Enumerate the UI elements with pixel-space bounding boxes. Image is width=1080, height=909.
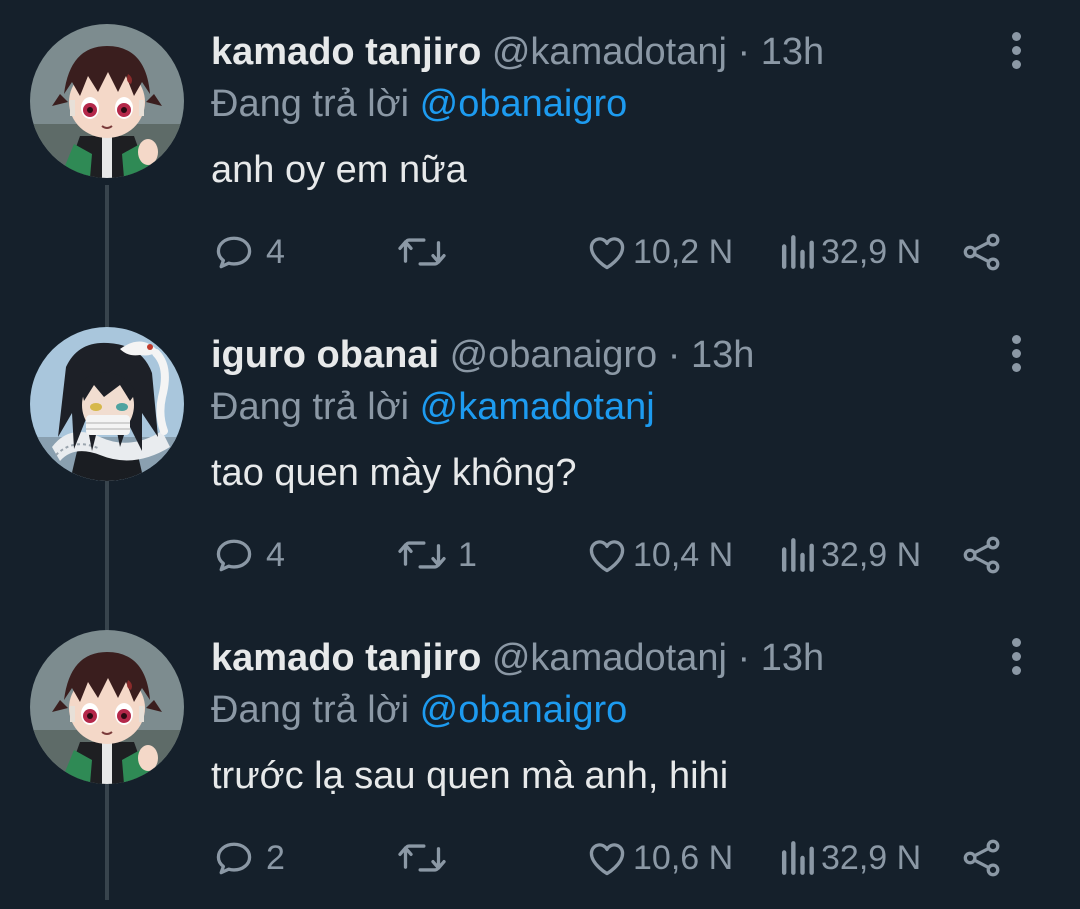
reply-icon [216,842,252,875]
reply-icon [216,539,252,572]
tweet[interactable]: kamado tanjiro @kamadotanj · 13h Đang tr… [0,606,1080,909]
reply-count: 4 [266,232,285,271]
retweet-count: 1 [458,535,477,574]
replying-to: Đang trả lời @obanaigro [211,80,627,128]
more-options-icon[interactable] [1006,335,1026,375]
retweet-button[interactable] [396,228,458,276]
views-button[interactable]: 32,9 N [777,834,921,882]
like-icon [589,237,625,270]
author-handle[interactable]: @kamadotanj [492,31,727,73]
views-icon [781,538,814,572]
share-icon [963,536,1000,574]
share-icon [963,839,1000,877]
timestamp[interactable]: 13h [761,637,824,679]
more-options-icon[interactable] [1006,32,1026,72]
like-count: 10,6 N [633,838,734,877]
avatar-tanjiro[interactable] [30,24,184,178]
avatar-tanjiro[interactable] [30,630,184,784]
like-count: 10,2 N [633,232,734,271]
share-button[interactable] [960,834,1004,882]
views-button[interactable]: 32,9 N [777,228,921,276]
reply-button[interactable]: 2 [212,834,285,882]
reply-count: 4 [266,535,285,574]
author-name[interactable]: kamado tanjiro [211,637,481,679]
retweet-icon [398,844,446,872]
replying-to: Đang trả lời @obanaigro [211,686,627,734]
views-count: 32,9 N [821,535,922,574]
share-button[interactable] [960,228,1004,276]
reply-icon [216,236,252,269]
replying-to-label: Đang trả lời [211,83,410,125]
timestamp[interactable]: 13h [761,31,824,73]
separator-dot: · [737,31,751,73]
retweet-button[interactable] [396,834,458,882]
avatar-obanai[interactable] [30,327,184,481]
retweet-icon [398,238,446,266]
author-name[interactable]: kamado tanjiro [211,31,481,73]
like-icon [589,540,625,573]
tweet-text: trước lạ sau quen mà anh, hihi [211,755,729,797]
retweet-icon [398,541,446,569]
replying-to-label: Đang trả lời [211,689,410,731]
tweet-header: kamado tanjiro @kamadotanj · 13h [211,28,824,76]
tweet-text: tao quen mày không? [211,452,577,494]
like-button[interactable]: 10,2 N [585,228,733,276]
tanjiro-avatar-image [30,630,184,784]
obanai-avatar-image [30,327,184,481]
views-count: 32,9 N [821,232,922,271]
separator-dot: · [737,637,751,679]
tweet-text: anh oy em nữa [211,149,467,191]
tanjiro-avatar-image [30,24,184,178]
views-count: 32,9 N [821,838,922,877]
separator-dot: · [667,334,681,376]
replying-to: Đang trả lời @kamadotanj [211,383,655,431]
tweet[interactable]: kamado tanjiro @kamadotanj · 13h Đang tr… [0,0,1080,303]
timestamp[interactable]: 13h [691,334,754,376]
like-button[interactable]: 10,4 N [585,531,733,579]
tweet-header: kamado tanjiro @kamadotanj · 13h [211,634,824,682]
reply-button[interactable]: 4 [212,228,285,276]
views-icon [781,841,814,875]
replying-to-label: Đang trả lời [211,386,410,428]
author-handle[interactable]: @obanaigro [450,334,658,376]
reply-count: 2 [266,838,285,877]
more-options-icon[interactable] [1006,638,1026,678]
author-name[interactable]: iguro obanai [211,334,439,376]
views-button[interactable]: 32,9 N [777,531,921,579]
like-button[interactable]: 10,6 N [585,834,733,882]
mention-link[interactable]: @obanaigro [420,689,628,731]
views-icon [781,235,814,269]
share-icon [963,233,1000,271]
mention-link[interactable]: @obanaigro [420,83,628,125]
share-button[interactable] [960,531,1004,579]
like-icon [589,843,625,876]
author-handle[interactable]: @kamadotanj [492,637,727,679]
reply-button[interactable]: 4 [212,531,285,579]
mention-link[interactable]: @kamadotanj [420,386,655,428]
like-count: 10,4 N [633,535,734,574]
tweet[interactable]: iguro obanai @obanaigro · 13h Đang trả l… [0,303,1080,606]
retweet-button[interactable]: 1 [396,531,477,579]
tweet-header: iguro obanai @obanaigro · 13h [211,331,754,379]
